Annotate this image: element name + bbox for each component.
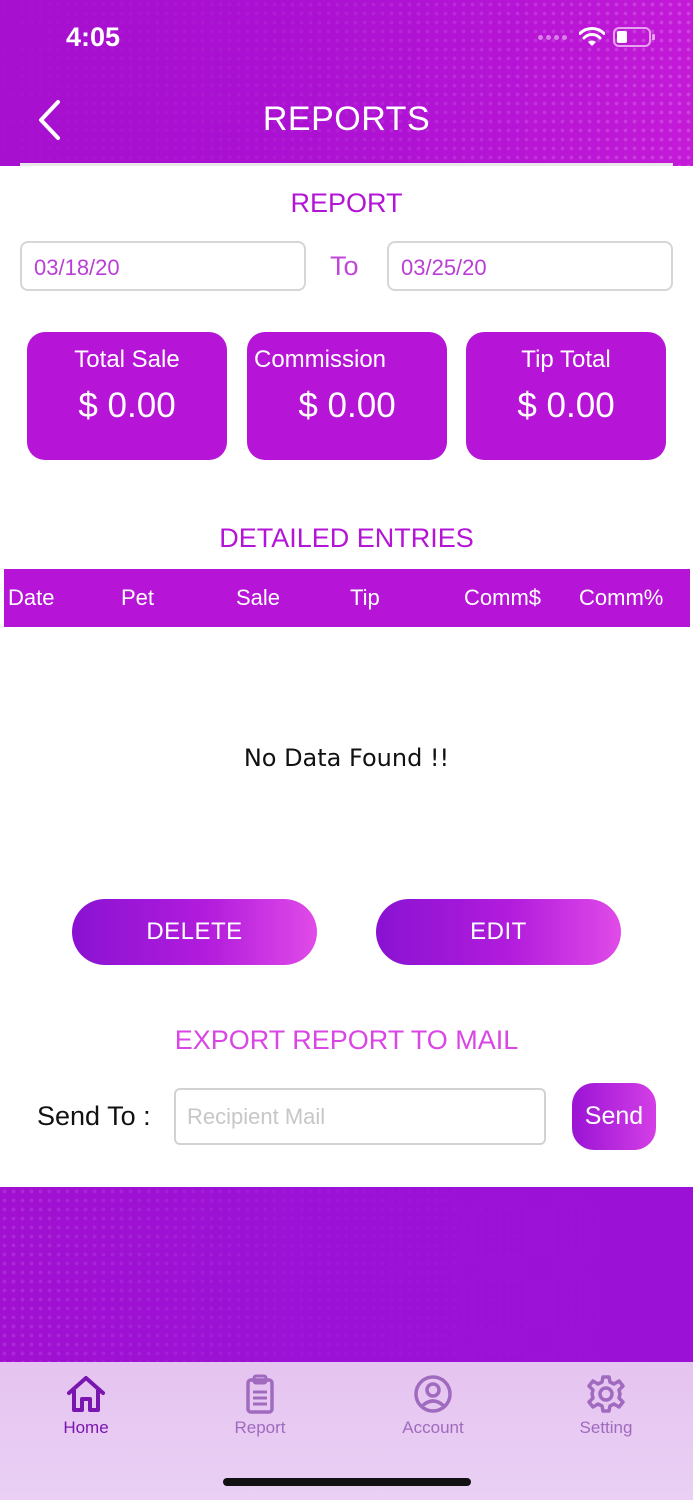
home-indicator — [223, 1478, 471, 1486]
commission-card: Commission $ 0.00 — [247, 332, 447, 460]
tab-label: Report — [234, 1418, 286, 1437]
header-divider — [20, 163, 673, 166]
report-section-title: REPORT — [290, 188, 403, 218]
cellular-signal-icon — [538, 34, 567, 40]
stat-label: Tip Total — [521, 346, 611, 373]
edit-button[interactable]: EDIT — [376, 899, 621, 965]
detailed-entries-title: DETAILED ENTRIES — [219, 523, 474, 553]
stat-value: $ 0.00 — [78, 386, 176, 425]
gear-icon — [587, 1375, 625, 1413]
wifi-icon — [579, 27, 605, 46]
from-date-field[interactable]: 03/18/20 — [20, 241, 306, 291]
column-tip: Tip — [350, 585, 380, 610]
tab-label: Setting — [579, 1418, 633, 1437]
empty-state-message: No Data Found !! — [243, 744, 450, 772]
to-date-field[interactable]: 03/25/20 — [387, 241, 673, 291]
column-comm-percent: Comm% — [579, 585, 664, 610]
delete-button[interactable]: DELETE — [72, 899, 317, 965]
tab-label: Account — [402, 1418, 464, 1437]
stat-value: $ 0.00 — [517, 386, 615, 425]
tab-label: Home — [63, 1418, 109, 1437]
send-to-label: Send To : — [37, 1101, 151, 1131]
send-button[interactable]: Send — [572, 1083, 656, 1150]
recipient-mail-input[interactable] — [174, 1088, 546, 1145]
tab-report[interactable]: Report — [200, 1374, 320, 1438]
stat-value: $ 0.00 — [298, 386, 396, 425]
to-label: To — [330, 251, 359, 281]
home-icon — [67, 1376, 105, 1412]
tab-account[interactable]: Account — [373, 1374, 493, 1438]
clipboard-icon — [246, 1374, 274, 1414]
status-time: 4:05 — [66, 22, 121, 52]
footer-background — [0, 1187, 693, 1362]
stat-label: Commission — [254, 346, 387, 373]
tab-setting[interactable]: Setting — [546, 1374, 666, 1438]
tip-total-card: Tip Total $ 0.00 — [466, 332, 666, 460]
status-icons — [538, 26, 657, 48]
tab-home[interactable]: Home — [26, 1374, 146, 1438]
entries-table-header: Date Pet Sale Tip Comm$ Comm% — [4, 569, 690, 627]
column-sale: Sale — [236, 585, 281, 610]
stat-label: Total Sale — [74, 346, 180, 373]
column-comm-amount: Comm$ — [464, 585, 542, 610]
total-sale-card: Total Sale $ 0.00 — [27, 332, 227, 460]
page-title: REPORTS — [262, 100, 431, 138]
battery-icon — [613, 27, 655, 47]
column-date: Date — [8, 585, 55, 610]
column-pet: Pet — [121, 585, 155, 610]
export-section-title: EXPORT REPORT TO MAIL — [174, 1025, 519, 1055]
user-circle-icon — [414, 1375, 452, 1413]
